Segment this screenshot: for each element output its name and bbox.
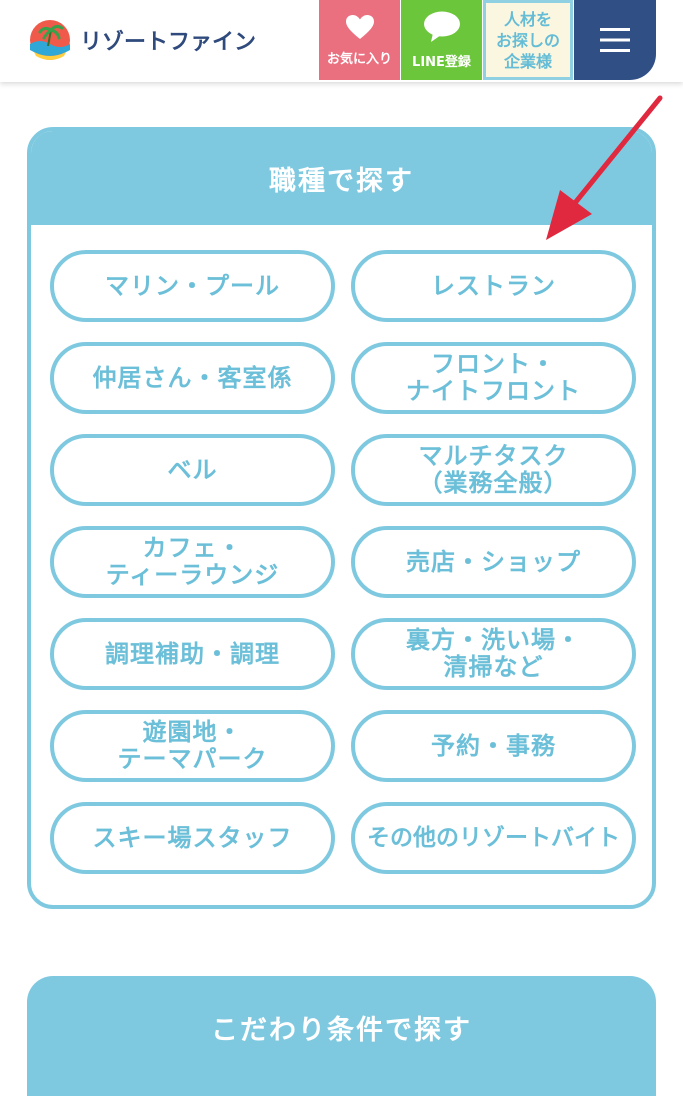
job-multitask-button[interactable]: マルチタスク （業務全般） (351, 434, 636, 506)
job-restaurant-button[interactable]: レストラン (351, 250, 636, 322)
job-backstage-cleaning-button[interactable]: 裏方・洗い場・ 清掃など (351, 618, 636, 690)
site-header: リゾートファイン お気に入り LINE登録 人材を お探しの 企業様 (0, 0, 683, 82)
site-logo[interactable]: リゾートファイン (26, 14, 256, 66)
line-register-label: LINE登録 (412, 54, 471, 70)
favorites-button[interactable]: お気に入り (319, 0, 400, 80)
corporate-label-line-3: 企業様 (503, 51, 552, 71)
job-cafe-lounge-button[interactable]: カフェ・ ティーラウンジ (50, 526, 335, 598)
job-marine-pool-button[interactable]: マリン・プール (50, 250, 335, 322)
hamburger-icon (600, 28, 630, 52)
job-shop-button[interactable]: 売店・ショップ (351, 526, 636, 598)
job-cooking-button[interactable]: 調理補助・調理 (50, 618, 335, 690)
heart-icon (345, 14, 374, 39)
job-nakai-room-button[interactable]: 仲居さん・客室係 (50, 342, 335, 414)
job-ski-staff-button[interactable]: スキー場スタッフ (50, 802, 335, 874)
job-front-night-button[interactable]: フロント・ ナイトフロント (351, 342, 636, 414)
job-other-resort-button[interactable]: その他のリゾートバイト (351, 802, 636, 874)
corporate-button[interactable]: 人材を お探しの 企業様 (483, 0, 573, 80)
hamburger-menu-button[interactable] (574, 0, 656, 80)
favorites-label: お気に入り (326, 51, 392, 67)
conditions-section-title: こだわり条件で探す (27, 976, 656, 1096)
job-amusement-park-button[interactable]: 遊園地・ テーマパーク (50, 710, 335, 782)
corporate-label-line-1: 人材を (503, 9, 552, 29)
job-bell-button[interactable]: ベル (50, 434, 335, 506)
line-register-button[interactable]: LINE登録 (401, 0, 482, 80)
chat-bubble-icon (423, 11, 460, 42)
corporate-label-line-2: お探しの (495, 30, 560, 50)
logo-sun-palm-icon (30, 20, 70, 60)
job-category-title: 職種で探す (31, 131, 652, 225)
job-reservation-office-button[interactable]: 予約・事務 (351, 710, 636, 782)
logo-text: リゾートファイン (80, 30, 257, 55)
job-category-grid: マリン・プール レストラン 仲居さん・客室係 フロント・ ナイトフロント ベル … (50, 250, 636, 874)
job-category-panel: 職種で探す マリン・プール レストラン 仲居さん・客室係 フロント・ ナイトフロ… (27, 127, 656, 909)
